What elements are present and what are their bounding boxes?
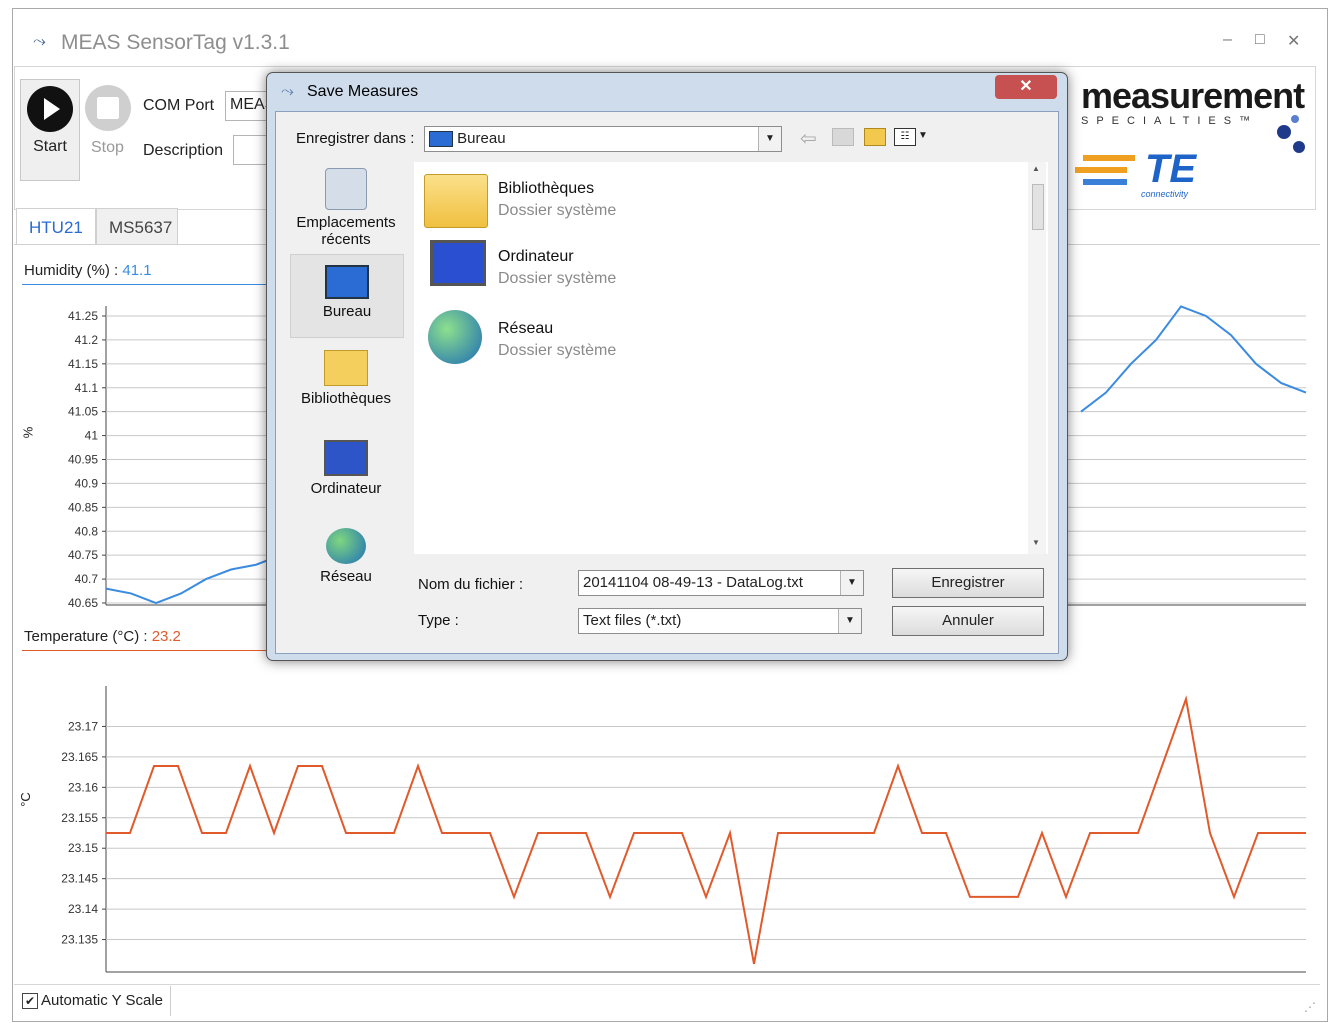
nav-recent-places[interactable]: Emplacements récents [290, 168, 402, 248]
nav-label: Bureau [322, 303, 372, 320]
file-name: Bibliothèques [498, 180, 595, 197]
y-tick-label: 23.155 [61, 811, 98, 825]
file-item-libraries[interactable]: Bibliothèques Dossier système [424, 170, 824, 234]
file-list-scrollbar[interactable]: ▲ ▼ [1028, 162, 1046, 554]
save-dialog: ⤳ Save Measures ✕ Enregistrer dans : Bur… [266, 72, 1068, 661]
y-tick-label: 40.65 [68, 596, 98, 610]
dialog-app-icon: ⤳ [281, 83, 294, 100]
new-folder-icon[interactable] [864, 128, 886, 146]
chevron-down-icon[interactable]: ▼ [918, 130, 928, 141]
auto-scale-label: Automatic Y Scale [41, 992, 164, 1009]
type-label: Type : [418, 612, 459, 629]
y-tick-label: 23.14 [68, 902, 98, 916]
nav-desktop[interactable]: Bureau [290, 254, 404, 338]
y-tick-label: 41.15 [68, 357, 98, 371]
y-tick-label: 40.7 [75, 572, 99, 586]
chevron-down-icon[interactable]: ▼ [838, 609, 861, 633]
desktop-icon [325, 265, 369, 299]
y-tick-label: 23.165 [61, 750, 98, 764]
filename-value: 20141104 08-49-13 - DataLog.txt [583, 574, 803, 591]
data-series-line [1080, 305, 1307, 413]
scroll-down-icon[interactable]: ▼ [1032, 538, 1040, 547]
nav-label: Emplacements récents [296, 214, 396, 248]
view-menu-icon[interactable]: ☷ [894, 128, 916, 146]
nav-libraries[interactable]: Bibliothèques [290, 350, 402, 407]
resize-grip-icon[interactable]: ⋰ [1304, 1000, 1316, 1014]
save-button[interactable]: Enregistrer [892, 568, 1044, 598]
nav-label: Bibliothèques [300, 390, 392, 407]
file-type: Dossier système [498, 270, 617, 287]
y-tick-label: 41.25 [68, 309, 98, 323]
filename-label: Nom du fichier : [418, 576, 524, 593]
temperature-chart: 23.17 23.165 23.16 23.155 23.15 23.145 23.14 23… [61, 686, 1306, 973]
y-tick-label: 40.85 [68, 500, 98, 514]
y-tick-label: 41 [85, 429, 99, 443]
file-name: Réseau [498, 320, 554, 337]
nav-network[interactable]: Réseau [290, 528, 402, 585]
scrollbar-thumb[interactable] [1032, 184, 1044, 230]
nav-label: Réseau [320, 568, 372, 585]
y-tick-label: 23.16 [68, 780, 98, 794]
y-tick-label: 40.75 [68, 548, 98, 562]
file-name: Ordinateur [498, 248, 574, 265]
cancel-button[interactable]: Annuler [892, 606, 1044, 636]
save-in-label: Enregistrer dans : [296, 130, 415, 147]
y-tick-label: 41.05 [68, 405, 98, 419]
dialog-title: Save Measures [307, 83, 419, 100]
y-tick-label: 23.135 [61, 933, 98, 947]
auto-scale-checkbox[interactable]: ✔ [22, 993, 38, 1009]
computer-icon [324, 440, 368, 476]
file-item-network[interactable]: Réseau Dossier système [424, 310, 824, 374]
back-arrow-icon[interactable]: ⇦ [800, 126, 817, 151]
network-icon [428, 310, 482, 364]
y-tick-label: 23.15 [68, 841, 98, 855]
recent-places-icon [325, 168, 367, 210]
y-tick-label: 40.8 [75, 524, 99, 538]
type-value: Text files (*.txt) [583, 612, 682, 629]
dialog-close-button[interactable]: ✕ [995, 75, 1057, 99]
file-type: Dossier système [498, 342, 617, 359]
desktop-icon [429, 131, 453, 148]
up-folder-icon[interactable] [832, 128, 854, 146]
dialog-body: Enregistrer dans : Bureau ▼ ⇦ ☷ ▼ Emplac… [275, 111, 1059, 654]
data-series-line [106, 695, 1306, 965]
chevron-down-icon[interactable]: ▼ [758, 127, 781, 151]
nav-label: Ordinateur [310, 480, 382, 497]
y-tick-label: 40.95 [68, 453, 98, 467]
y-tick-label: 40.9 [75, 476, 99, 490]
filename-input[interactable]: 20141104 08-49-13 - DataLog.txt ▼ [578, 570, 864, 596]
computer-icon [430, 240, 486, 286]
file-item-computer[interactable]: Ordinateur Dossier système [424, 238, 824, 302]
save-in-value: Bureau [457, 130, 506, 147]
save-in-combo[interactable]: Bureau ▼ [424, 126, 782, 152]
type-select[interactable]: Text files (*.txt) ▼ [578, 608, 862, 634]
places-bar: Emplacements récents Bureau Bibliothèque… [286, 162, 408, 646]
scroll-up-icon[interactable]: ▲ [1032, 164, 1040, 173]
y-tick-label: 23.145 [61, 872, 98, 886]
nav-computer[interactable]: Ordinateur [290, 440, 402, 497]
file-list: Bibliothèques Dossier système Ordinateur… [414, 162, 1048, 554]
footer-separator [170, 986, 171, 1016]
libraries-folder-icon [424, 174, 488, 228]
network-icon [326, 528, 366, 564]
y-tick-label: 41.1 [75, 381, 99, 395]
chevron-down-icon[interactable]: ▼ [840, 571, 863, 595]
footer-divider [14, 984, 1320, 985]
file-type: Dossier système [498, 202, 617, 219]
y-tick-label: 23.17 [68, 719, 98, 733]
libraries-icon [324, 350, 368, 386]
y-tick-label: 41.2 [75, 333, 99, 347]
